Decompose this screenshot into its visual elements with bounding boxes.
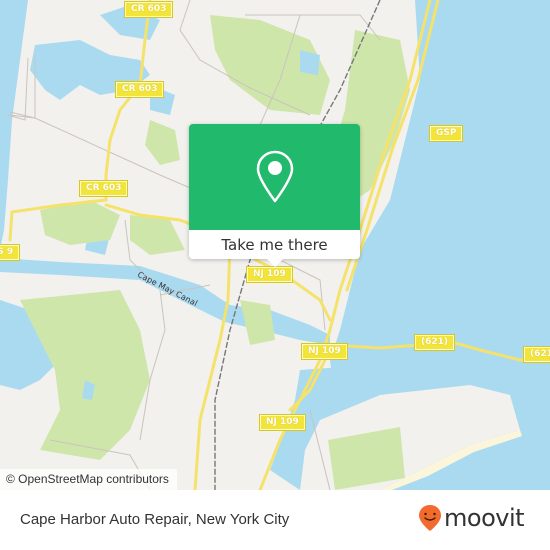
popup-tail: [266, 258, 284, 267]
road-shield-gsp: GSP: [428, 125, 464, 142]
road-shield-nj109: NJ 109: [246, 266, 293, 283]
moovit-pin-icon: [419, 505, 441, 531]
location-popup: Take me there: [189, 124, 360, 267]
brand-name: moovit: [444, 504, 525, 532]
place-title: Cape Harbor Auto Repair, New York City: [20, 511, 290, 528]
road-shield-us9: US 9: [0, 244, 21, 261]
road-shield-cr603: CR 603: [78, 180, 129, 197]
take-me-there-button[interactable]: Take me there: [189, 230, 360, 259]
road-shield-nj109: NJ 109: [259, 414, 306, 431]
map-pin-icon: [256, 150, 293, 203]
map[interactable]: CR 603 CR 603 CR 603 US 9 GSP NJ 109 NJ …: [0, 0, 550, 490]
road-shield-nj109: NJ 109: [301, 343, 348, 360]
popup-header: [189, 124, 360, 230]
road-shield-cr603: CR 603: [123, 1, 174, 18]
road-shield-cr621: (621): [522, 346, 550, 363]
road-shield-cr621: (621): [413, 334, 456, 351]
road-shield-cr603: CR 603: [114, 81, 165, 98]
map-attribution[interactable]: © OpenStreetMap contributors: [0, 469, 177, 490]
moovit-logo[interactable]: moovit: [418, 503, 525, 533]
